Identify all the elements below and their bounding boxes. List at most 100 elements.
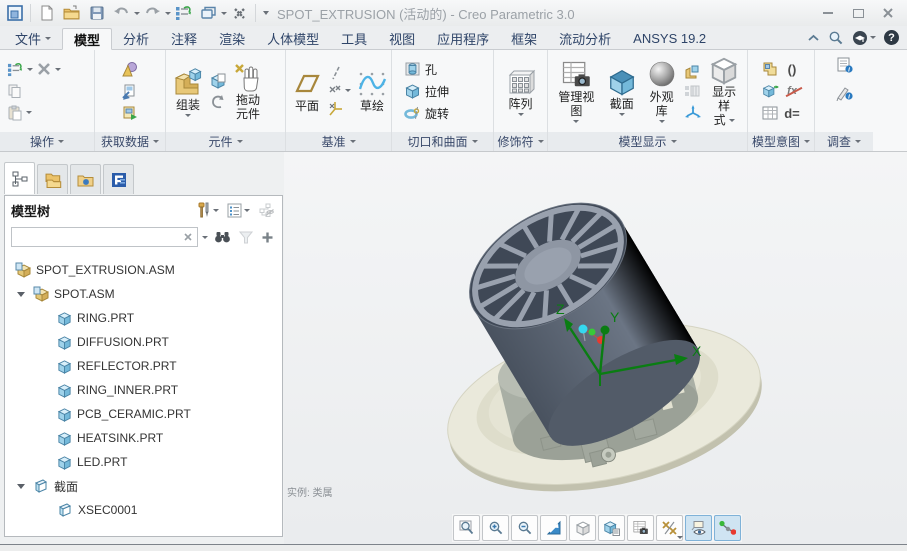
model-tree-tab[interactable] (4, 162, 35, 194)
datum-csys-button[interactable] (327, 100, 352, 117)
import-button[interactable] (120, 82, 140, 101)
tree-item[interactable]: 截面 (5, 474, 282, 498)
open-file-button[interactable] (59, 2, 84, 24)
group-label-get-data[interactable]: 获取数据 (95, 132, 165, 151)
graphics-viewport[interactable]: Z Y X 实例: 类属 (284, 152, 907, 544)
saved-orientations-button[interactable] (598, 515, 625, 541)
search-icon[interactable] (828, 30, 844, 46)
group-label-datum[interactable]: 基准 (286, 132, 391, 151)
tree-search-input[interactable] (12, 229, 182, 245)
customize-toolbar-dropdown[interactable] (263, 11, 269, 15)
copy-button[interactable] (6, 82, 24, 100)
pattern-button[interactable]: 阵列 (503, 65, 539, 118)
feature-info-button[interactable]: i (835, 83, 854, 102)
drag-components-button[interactable]: 拖动 元件 (229, 59, 267, 123)
datum-point-button[interactable] (327, 84, 352, 97)
clear-search-icon[interactable] (182, 231, 194, 243)
hole-button[interactable]: 孔 (402, 60, 439, 79)
view-manager-button[interactable] (627, 515, 654, 541)
regenerate-button[interactable] (171, 2, 196, 24)
tab-applications[interactable]: 应用程序 (426, 27, 500, 49)
tab-flow-analysis[interactable]: 流动分析 (548, 27, 622, 49)
manage-views-button[interactable]: 管理视图 (551, 58, 602, 125)
tree-settings-button[interactable] (225, 201, 252, 220)
save-button[interactable] (84, 2, 109, 24)
regenerate-dropdown[interactable] (27, 68, 33, 71)
tree-show-button[interactable] (256, 201, 276, 220)
parameters-button[interactable]: d= (783, 105, 801, 122)
delete-button[interactable] (36, 61, 52, 77)
family-table-button[interactable] (761, 105, 779, 121)
spin-center-button[interactable] (714, 515, 741, 541)
tab-framework[interactable]: 框架 (500, 27, 548, 49)
close-window-button[interactable] (227, 2, 252, 24)
delete-dropdown[interactable] (55, 68, 61, 71)
tree-item[interactable]: SPOT_EXTRUSION.ASM (5, 258, 282, 282)
group-label-model-intent[interactable]: 模型意图 (748, 132, 814, 151)
tree-item[interactable]: XSEC0001 (5, 498, 282, 522)
tree-item[interactable]: RING.PRT (5, 306, 282, 330)
zoom-window-button[interactable] (453, 515, 480, 541)
regenerate-ribbon-button[interactable] (6, 61, 24, 78)
tab-model[interactable]: 模型 (62, 28, 112, 50)
group-label-component[interactable]: 元件 (166, 132, 285, 151)
model-canvas[interactable]: Z Y X (284, 152, 907, 544)
reference-viewer-button[interactable] (761, 60, 779, 78)
paste-dropdown[interactable] (26, 111, 32, 114)
community-button[interactable] (852, 30, 876, 46)
group-label-model-display[interactable]: 模型显示 (548, 132, 747, 151)
collapse-arrow[interactable] (17, 292, 25, 297)
create-component-button[interactable] (209, 72, 227, 90)
find-button[interactable] (212, 228, 233, 246)
appearance-gallery-button[interactable]: 外观库 (642, 58, 682, 125)
revolve-button[interactable]: 旋转 (402, 104, 451, 123)
tab-tools[interactable]: 工具 (330, 27, 378, 49)
paste-special-button[interactable] (120, 104, 140, 123)
redo-button[interactable] (140, 2, 165, 24)
assemble-button[interactable]: 组装 (169, 64, 207, 119)
zoom-out-button[interactable] (511, 515, 538, 541)
restore-button[interactable] (845, 4, 871, 22)
tree-tools-button[interactable] (194, 200, 221, 220)
group-label-investigate[interactable]: 调查 (815, 132, 873, 151)
tab-render[interactable]: 渲染 (208, 27, 256, 49)
regenerate-models-button[interactable] (209, 93, 227, 111)
help-button[interactable]: ? (884, 30, 899, 45)
tree-item[interactable]: SPOT.ASM (5, 282, 282, 306)
sketch-button[interactable]: 草绘 (354, 67, 390, 115)
datum-axis-button[interactable] (327, 65, 352, 81)
favorites-tab[interactable] (70, 164, 101, 194)
add-filter-button[interactable] (259, 229, 276, 246)
group-label-modifiers[interactable]: 修饰符 (494, 132, 547, 151)
app-icon[interactable] (2, 2, 27, 24)
tab-view[interactable]: 视图 (378, 27, 426, 49)
datum-display-button[interactable] (656, 515, 683, 541)
minimize-ribbon-icon[interactable] (807, 33, 820, 42)
tree-item[interactable]: RING_INNER.PRT (5, 378, 282, 402)
model-info-button[interactable]: i (835, 56, 854, 75)
folder-browser-tab[interactable] (37, 164, 68, 194)
tab-file[interactable]: 文件 (4, 27, 62, 49)
zoom-in-button[interactable] (482, 515, 509, 541)
group-label-operations[interactable]: 操作 (0, 132, 94, 151)
collapse-arrow[interactable] (17, 484, 25, 489)
group-label-cut-surface[interactable]: 切口和曲面 (392, 132, 493, 151)
csys-display-button[interactable] (683, 103, 702, 120)
tree-item[interactable]: REFLECTOR.PRT (5, 354, 282, 378)
tab-annotate[interactable]: 注释 (160, 27, 208, 49)
new-file-button[interactable] (34, 2, 59, 24)
display-style-button[interactable]: 显示样 式 (704, 53, 744, 129)
extrude-button[interactable]: 拉伸 (402, 82, 451, 101)
user-defined-feature-button[interactable] (120, 60, 140, 79)
display-style-toggle-button[interactable] (569, 515, 596, 541)
close-button[interactable] (875, 4, 901, 22)
layer-display-button[interactable] (683, 83, 702, 100)
paste-button[interactable] (6, 104, 23, 122)
window-switch-button[interactable] (196, 2, 221, 24)
section-button[interactable]: 截面 (604, 65, 640, 118)
annotation-display-button[interactable] (685, 515, 712, 541)
tab-manikin[interactable]: 人体模型 (256, 27, 330, 49)
tab-ansys[interactable]: ANSYS 19.2 (622, 27, 717, 49)
edit-position-button[interactable] (761, 82, 780, 100)
tree-item[interactable]: LED.PRT (5, 450, 282, 474)
